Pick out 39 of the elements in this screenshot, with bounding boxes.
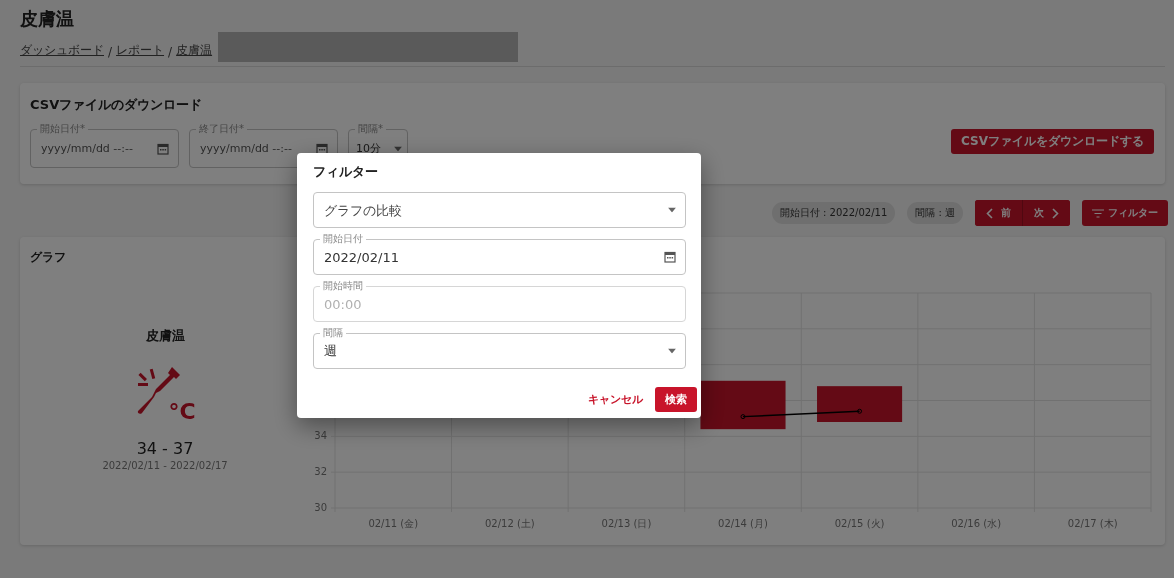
chevron-right-icon bbox=[1052, 207, 1059, 219]
date-range: 2022/02/11 - 2022/02/17 bbox=[102, 460, 228, 471]
next-button[interactable]: 次 bbox=[1022, 200, 1070, 226]
field-label: 開始時間 bbox=[320, 280, 366, 291]
csv-download-button[interactable]: CSVファイルをダウンロードする bbox=[951, 129, 1154, 154]
calendar-icon[interactable] bbox=[316, 142, 328, 155]
y-tick-label: 34 bbox=[314, 430, 327, 442]
y-tick-label: 32 bbox=[314, 466, 327, 478]
value-range: 34 - 37 bbox=[136, 439, 194, 458]
caret-icon bbox=[394, 146, 402, 151]
cancel-button[interactable]: キャンセル bbox=[584, 388, 647, 411]
card-title: CSVファイルのダウンロード bbox=[30, 97, 204, 113]
breadcrumb-link[interactable]: レポート bbox=[116, 42, 165, 62]
unit-label: °C bbox=[168, 401, 196, 423]
breadcrumb-link[interactable]: ダッシュボード bbox=[20, 42, 104, 62]
field-label: 間隔 bbox=[320, 327, 346, 338]
y-tick-label: 30 bbox=[314, 502, 327, 513]
x-tick-label: 02/15 (火) bbox=[834, 518, 885, 529]
caret-icon bbox=[668, 348, 676, 354]
filter-chip: 開始日付 : 2022/02/11 bbox=[771, 202, 896, 224]
breadcrumb-separator: / bbox=[108, 45, 113, 61]
metric-name: 皮膚温 bbox=[145, 327, 185, 345]
x-tick-label: 02/17 (木) bbox=[1067, 518, 1118, 529]
filter-chip: 間隔 : 週 bbox=[907, 202, 963, 224]
filter-icon bbox=[1092, 208, 1104, 218]
calendar-icon[interactable] bbox=[664, 251, 676, 263]
caret-icon bbox=[668, 207, 676, 213]
search-button[interactable]: 検索 bbox=[655, 387, 697, 412]
x-tick-label: 02/12 (土) bbox=[484, 518, 535, 529]
breadcrumb-separator: / bbox=[168, 45, 173, 61]
field-label: 開始日付 bbox=[320, 233, 366, 244]
breadcrumb-link[interactable]: 皮膚温 bbox=[176, 42, 213, 62]
chevron-left-icon bbox=[986, 207, 993, 219]
x-tick-label: 02/11 (金) bbox=[368, 518, 419, 529]
filter-button[interactable]: フィルター bbox=[1082, 200, 1168, 226]
select-field[interactable]: グラフの比較 bbox=[313, 192, 686, 228]
x-tick-label: 02/16 (水) bbox=[951, 518, 1002, 529]
card-title: グラフ bbox=[30, 249, 66, 265]
page-title: 皮膚温 bbox=[20, 7, 75, 30]
